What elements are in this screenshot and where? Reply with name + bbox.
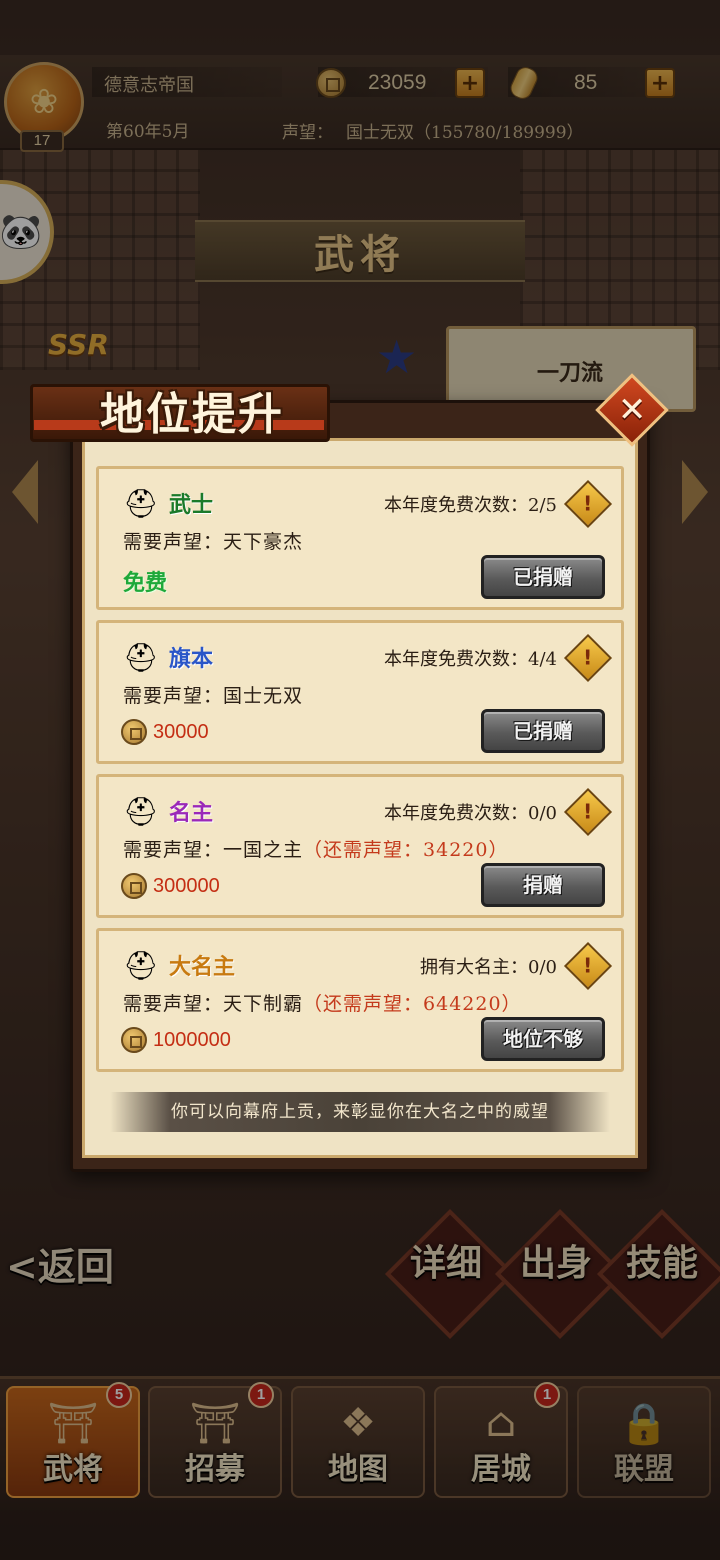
rank-name: 名主 bbox=[169, 800, 214, 826]
requirement-text: 需要声望：天下豪杰 bbox=[123, 531, 304, 553]
requirement-shortfall: （还需声望：34220） bbox=[303, 839, 509, 861]
horned-helmet-icon: ⛑ bbox=[123, 794, 159, 828]
info-exclamation-icon[interactable]: ! bbox=[563, 787, 613, 837]
armored-helmet-icon: ⛑ bbox=[123, 640, 159, 674]
info-exclamation-icon[interactable]: ! bbox=[563, 479, 613, 529]
prestige-requirement: 需要声望：天下豪杰 bbox=[123, 527, 303, 554]
samurai-helmet-icon: ⛑ bbox=[123, 486, 159, 520]
close-x-icon: ✕ bbox=[617, 390, 647, 430]
rank-name: 大名主 bbox=[169, 954, 236, 980]
donate-button[interactable]: 捐赠 bbox=[481, 863, 605, 907]
free-quota: 本年度免费次数：4/4 bbox=[384, 649, 557, 670]
free-quota: 本年度免费次数：0/0 bbox=[384, 803, 557, 824]
requirement-text: 需要声望：一国之主 bbox=[123, 839, 304, 861]
insufficient-rank-button[interactable]: 地位不够 bbox=[481, 1017, 605, 1061]
gold-coin-icon bbox=[121, 1027, 147, 1053]
gold-coin-icon bbox=[121, 873, 147, 899]
cost: 300000 bbox=[121, 873, 220, 899]
prestige-requirement: 需要声望：一国之主（还需声望：34220） bbox=[123, 835, 508, 862]
cost-value: 300000 bbox=[153, 874, 220, 897]
horned-helmet-icon: ⛑ bbox=[123, 948, 159, 982]
cost: 1000000 bbox=[121, 1027, 231, 1053]
rank-card-bushi: ⛑ 武士 本年度免费次数：2/5 ! 需要声望：天下豪杰 免费 已捐赠 bbox=[96, 466, 624, 610]
donated-button[interactable]: 已捐赠 bbox=[481, 555, 605, 599]
requirement-text: 需要声望：天下制霸 bbox=[123, 993, 304, 1015]
rank-name: 旗本 bbox=[169, 646, 214, 672]
requirement-shortfall: （还需声望：644220） bbox=[303, 993, 522, 1015]
rank-name: 武士 bbox=[169, 492, 214, 518]
prestige-requirement: 需要声望：国士无双 bbox=[123, 681, 303, 708]
free-quota: 本年度免费次数：2/5 bbox=[384, 495, 557, 516]
donated-button[interactable]: 已捐赠 bbox=[481, 709, 605, 753]
prestige-requirement: 需要声望：天下制霸（还需声望：644220） bbox=[123, 989, 522, 1016]
dialog-hint: 你可以向幕府上贡，来彰显你在大名之中的威望 bbox=[110, 1092, 610, 1132]
cost-free: 免费 bbox=[123, 570, 168, 596]
rank-card-dainanushi: ⛑ 大名主 拥有大名主：0/0 ! 需要声望：天下制霸（还需声望：644220）… bbox=[96, 928, 624, 1072]
rank-card-nanushi: ⛑ 名主 本年度免费次数：0/0 ! 需要声望：一国之主（还需声望：34220）… bbox=[96, 774, 624, 918]
cost: 30000 bbox=[121, 719, 209, 745]
cost-value: 30000 bbox=[153, 720, 209, 743]
cost-value: 1000000 bbox=[153, 1028, 231, 1051]
info-exclamation-icon[interactable]: ! bbox=[563, 633, 613, 683]
requirement-text: 需要声望：国士无双 bbox=[123, 685, 304, 707]
rank-card-hatamoto: ⛑ 旗本 本年度免费次数：4/4 ! 需要声望：国士无双 30000 已捐赠 bbox=[96, 620, 624, 764]
dialog-title: 地位提升 bbox=[100, 389, 284, 440]
ownership-quota: 拥有大名主：0/0 bbox=[420, 957, 557, 978]
gold-coin-icon bbox=[121, 719, 147, 745]
info-exclamation-icon[interactable]: ! bbox=[563, 941, 613, 991]
